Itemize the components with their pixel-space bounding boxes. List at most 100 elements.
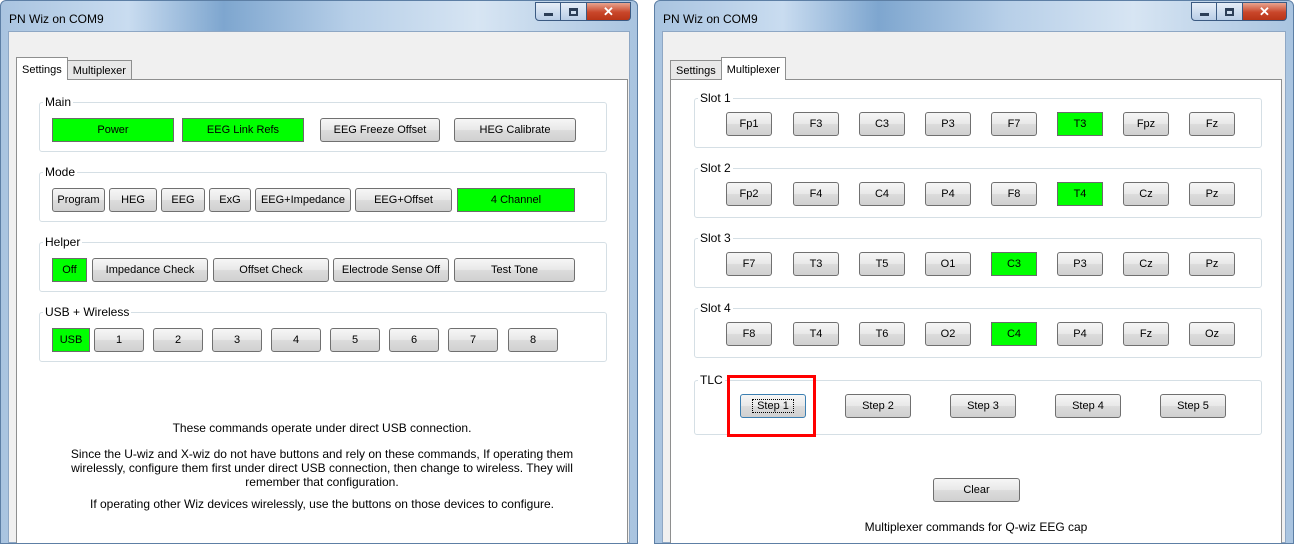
- slot-1-t3-button[interactable]: T3: [1057, 112, 1103, 136]
- test-tone-button[interactable]: Test Tone: [454, 258, 575, 282]
- slot-2-f4-button[interactable]: F4: [793, 182, 839, 206]
- slot-1-f3-label: F3: [809, 118, 823, 130]
- usb-button[interactable]: USB: [52, 328, 90, 352]
- slot-3-f7-button[interactable]: F7: [726, 252, 772, 276]
- minimize-button[interactable]: [1191, 2, 1217, 21]
- mode-exg-button[interactable]: ExG: [209, 188, 251, 212]
- offset-check-button[interactable]: Offset Check: [213, 258, 329, 282]
- step-4-button[interactable]: Step 4: [1055, 394, 1121, 418]
- usb-label: USB: [59, 334, 83, 346]
- main-group: Main Power EEG Link Refs EEG Freeze Offs…: [39, 95, 607, 152]
- settings-window: PN Wiz on COM9 ✕ Settings Multiplexer Ma…: [0, 0, 638, 544]
- slot-3-c3-button[interactable]: C3: [991, 252, 1037, 276]
- slot-3-t5-button[interactable]: T5: [859, 252, 905, 276]
- tab-settings[interactable]: Settings: [670, 60, 722, 80]
- slot-4-label: Slot 4: [698, 301, 733, 315]
- step-5-button[interactable]: Step 5: [1160, 394, 1226, 418]
- minimize-button[interactable]: [535, 2, 561, 21]
- wireless-8-button[interactable]: 8: [508, 328, 558, 352]
- slot-1-fpz-label: Fpz: [1136, 118, 1156, 130]
- wireless-6-button[interactable]: 6: [389, 328, 439, 352]
- slot-4-t4-button[interactable]: T4: [793, 322, 839, 346]
- slot-2-f8-button[interactable]: F8: [991, 182, 1037, 206]
- slot-1-fp1-label: Fp1: [739, 118, 759, 130]
- maximize-button[interactable]: [561, 2, 587, 21]
- slot-1-c3-button[interactable]: C3: [859, 112, 905, 136]
- electrode-sense-off-button[interactable]: Electrode Sense Off: [333, 258, 449, 282]
- slot-4-p4-button[interactable]: P4: [1057, 322, 1103, 346]
- multiplexer-footer-text: Multiplexer commands for Q-wiz EEG cap: [864, 520, 1088, 534]
- step-2-button[interactable]: Step 2: [845, 394, 911, 418]
- slot-1-fz-label: Fz: [1205, 118, 1219, 130]
- window-controls: ✕: [1191, 2, 1287, 21]
- mode-program-button[interactable]: Program: [52, 188, 105, 212]
- slot-2-p4-button[interactable]: P4: [925, 182, 971, 206]
- mode-eeg-impedance-button[interactable]: EEG+Impedance: [255, 188, 351, 212]
- slot-2-f4-label: F4: [809, 188, 823, 200]
- slot-2-c4-button[interactable]: C4: [859, 182, 905, 206]
- slot-1-fp1-button[interactable]: Fp1: [726, 112, 772, 136]
- slot-4-group: Slot 4 F8 T4 T6 O2 C4 P4 Fz Oz: [694, 301, 1262, 358]
- mode-eeg-offset-button[interactable]: EEG+Offset: [355, 188, 452, 212]
- eeg-link-refs-button[interactable]: EEG Link Refs: [182, 118, 304, 142]
- slot-4-f8-button[interactable]: F8: [726, 322, 772, 346]
- step-1-button[interactable]: Step 1: [740, 394, 806, 418]
- slot-1-f7-button[interactable]: F7: [991, 112, 1037, 136]
- slot-1-p3-button[interactable]: P3: [925, 112, 971, 136]
- slot-1-fz-button[interactable]: Fz: [1189, 112, 1235, 136]
- tab-multiplexer[interactable]: Multiplexer: [66, 60, 132, 80]
- slot-2-t4-label: T4: [1073, 188, 1087, 200]
- wireless-7-button[interactable]: 7: [448, 328, 498, 352]
- close-button[interactable]: ✕: [1243, 2, 1287, 21]
- slot-2-t4-button[interactable]: T4: [1057, 182, 1103, 206]
- title-bar[interactable]: PN Wiz on COM9 ✕: [655, 1, 1293, 31]
- wireless-4-button[interactable]: 4: [271, 328, 321, 352]
- slot-3-o1-button[interactable]: O1: [925, 252, 971, 276]
- power-button[interactable]: Power: [52, 118, 174, 142]
- close-icon: ✕: [1259, 3, 1270, 19]
- slot-2-cz-button[interactable]: Cz: [1123, 182, 1169, 206]
- eeg-freeze-offset-button[interactable]: EEG Freeze Offset: [320, 118, 440, 142]
- wireless-2-button[interactable]: 2: [153, 328, 203, 352]
- tab-settings[interactable]: Settings: [16, 57, 68, 80]
- slot-4-oz-button[interactable]: Oz: [1189, 322, 1235, 346]
- mode-heg-button[interactable]: HEG: [109, 188, 157, 212]
- maximize-icon: [569, 7, 578, 16]
- impedance-check-button[interactable]: Impedance Check: [92, 258, 208, 282]
- info-text-line-1: These commands operate under direct USB …: [172, 421, 472, 435]
- wireless-2-label: 2: [174, 334, 182, 346]
- helper-off-button[interactable]: Off: [52, 258, 87, 282]
- slot-3-group: Slot 3 F7 T3 T5 O1 C3 P3 Cz Pz: [694, 231, 1262, 288]
- slot-4-t6-button[interactable]: T6: [859, 322, 905, 346]
- helper-off-label: Off: [62, 264, 77, 276]
- maximize-button[interactable]: [1217, 2, 1243, 21]
- clear-button[interactable]: Clear: [933, 478, 1020, 502]
- step-1-label: Step 1: [752, 399, 794, 413]
- slot-4-fz-button[interactable]: Fz: [1123, 322, 1169, 346]
- slot-3-t3-button[interactable]: T3: [793, 252, 839, 276]
- slot-4-o2-button[interactable]: O2: [925, 322, 971, 346]
- slot-3-cz-button[interactable]: Cz: [1123, 252, 1169, 276]
- mode-4-channel-button[interactable]: 4 Channel: [457, 188, 575, 212]
- close-button[interactable]: ✕: [587, 2, 631, 21]
- slot-2-pz-button[interactable]: Pz: [1189, 182, 1235, 206]
- slot-2-fp2-button[interactable]: Fp2: [726, 182, 772, 206]
- info-text-line-5: If operating other Wiz devices wirelessl…: [89, 497, 555, 511]
- slot-1-fpz-button[interactable]: Fpz: [1123, 112, 1169, 136]
- slot-1-f3-button[interactable]: F3: [793, 112, 839, 136]
- heg-calibrate-button[interactable]: HEG Calibrate: [454, 118, 576, 142]
- slot-3-pz-button[interactable]: Pz: [1189, 252, 1235, 276]
- wireless-6-label: 6: [410, 334, 418, 346]
- mode-eeg-button[interactable]: EEG: [161, 188, 205, 212]
- wireless-1-button[interactable]: 1: [94, 328, 144, 352]
- step-3-button[interactable]: Step 3: [950, 394, 1016, 418]
- wireless-3-button[interactable]: 3: [212, 328, 262, 352]
- title-bar[interactable]: PN Wiz on COM9 ✕: [1, 1, 637, 31]
- wireless-5-button[interactable]: 5: [330, 328, 380, 352]
- slot-4-c4-button[interactable]: C4: [991, 322, 1037, 346]
- slot-3-pz-label: Pz: [1205, 258, 1219, 270]
- tab-multiplexer[interactable]: Multiplexer: [720, 57, 786, 80]
- slot-3-p3-button[interactable]: P3: [1057, 252, 1103, 276]
- slot-1-c3-label: C3: [874, 118, 890, 130]
- multiplexer-window: PN Wiz on COM9 ✕ Settings Multiplexer Sl…: [654, 0, 1294, 544]
